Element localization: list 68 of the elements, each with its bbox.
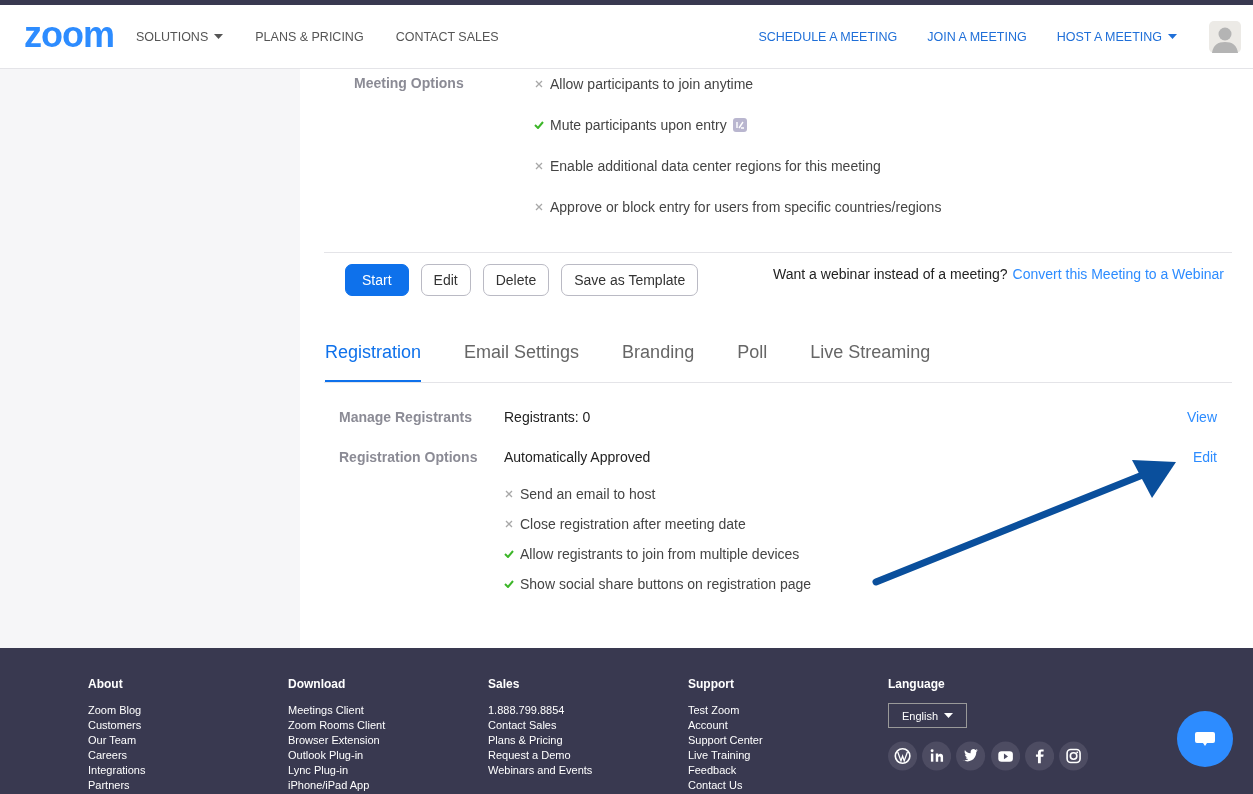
footer-heading: About <box>88 677 124 691</box>
nav-link[interactable]: CONTACT SALES <box>395 29 499 44</box>
action-button[interactable]: Save as Template <box>561 264 699 296</box>
twitter-icon[interactable] <box>956 738 986 774</box>
footer-link[interactable]: Zoom Rooms Client <box>288 718 488 733</box>
footer-link[interactable]: Zoom Blog <box>88 703 288 718</box>
footer-link[interactable]: Lync Plug-in <box>288 763 488 778</box>
option-text: Close registration after meeting date <box>520 515 746 532</box>
approval-status: Automatically Approved <box>504 449 651 465</box>
nav-link[interactable]: SOLUTIONS <box>136 29 224 44</box>
tab[interactable]: Email Settings <box>464 321 580 382</box>
tab[interactable]: Live Streaming <box>810 321 931 382</box>
caret-icon <box>214 34 224 39</box>
footer-link[interactable]: Browser Extension <box>288 733 488 748</box>
field-label: Manage Registrants <box>338 409 474 425</box>
footer-link[interactable]: Webinars and Events <box>488 763 688 778</box>
footer-heading: Download <box>288 677 347 691</box>
webinar-prompt: Want a webinar instead of a meeting? <box>773 266 1008 282</box>
wordpress-icon[interactable] <box>888 738 918 774</box>
footer-link[interactable]: Meetings Client <box>288 703 488 718</box>
footer-link[interactable]: Our Team <box>88 733 288 748</box>
footer-link[interactable]: Support Center <box>688 733 888 748</box>
linkedin-icon[interactable] <box>922 738 952 774</box>
footer-link[interactable]: Careers <box>88 748 288 763</box>
option-text: Approve or block entry for users from specific countries/regions <box>550 198 942 215</box>
footer-link[interactable]: Customers <box>88 718 288 733</box>
caret-icon <box>1168 34 1177 39</box>
footer-link[interactable]: Live Training <box>688 748 888 763</box>
facebook-icon[interactable] <box>1024 738 1054 774</box>
footer-link[interactable]: Feedback <box>688 763 888 778</box>
chat-button[interactable] <box>1177 711 1233 767</box>
instagram-icon[interactable] <box>1058 738 1089 774</box>
nav-link[interactable]: SCHEDULE A MEETING <box>758 29 898 44</box>
footer-link[interactable]: Test Zoom <box>688 703 888 718</box>
option-text: Allow registrants to join from multiple devices <box>520 545 800 562</box>
footer-link[interactable]: Contact Us <box>688 778 888 793</box>
language-dropdown[interactable]: English <box>888 703 967 728</box>
footer-link[interactable]: 1.888.799.8854 <box>488 703 688 718</box>
footer-link[interactable]: Partners <box>88 778 288 793</box>
nav-link[interactable]: JOIN A MEETING <box>927 29 1027 44</box>
footer-link[interactable]: Integrations <box>88 763 288 778</box>
caret-icon <box>944 713 954 718</box>
action-button[interactable]: Start <box>345 264 409 296</box>
footer-link[interactable]: Plans & Pricing <box>488 733 688 748</box>
option-text: Send an email to host <box>520 485 656 502</box>
registrants-count: Registrants: 0 <box>504 409 591 425</box>
field-label: Meeting Options <box>353 75 465 93</box>
option-text: Mute participants upon entry <box>550 116 727 133</box>
nav-link[interactable]: HOST A MEETING <box>1056 29 1177 44</box>
tab[interactable]: Registration <box>325 321 422 382</box>
nav-link[interactable]: PLANS & PRICING <box>255 29 364 44</box>
footer-link[interactable]: iPhone/iPad App <box>288 778 488 793</box>
option-text: Enable additional data center regions for this meeting <box>550 157 881 174</box>
footer-link[interactable]: Request a Demo <box>488 748 688 763</box>
youtube-icon[interactable] <box>990 738 1020 774</box>
footer-link[interactable]: Outlook Plug-in <box>288 748 488 763</box>
option-text: Allow participants to join anytime <box>550 75 754 92</box>
action-button[interactable]: Delete <box>482 264 550 296</box>
field-label: Registration Options <box>338 449 479 465</box>
footer-heading: Sales <box>488 677 521 691</box>
action-button[interactable]: Edit <box>420 264 471 296</box>
footer-link[interactable]: Account <box>688 718 888 733</box>
tab[interactable]: Branding <box>622 321 695 382</box>
footer-heading: Support <box>688 677 735 691</box>
option-text: Show social share buttons on registration page <box>520 575 812 592</box>
tab[interactable]: Poll <box>737 321 768 382</box>
footer-heading: Language <box>888 677 946 691</box>
footer-link[interactable]: Contact Sales <box>488 718 688 733</box>
